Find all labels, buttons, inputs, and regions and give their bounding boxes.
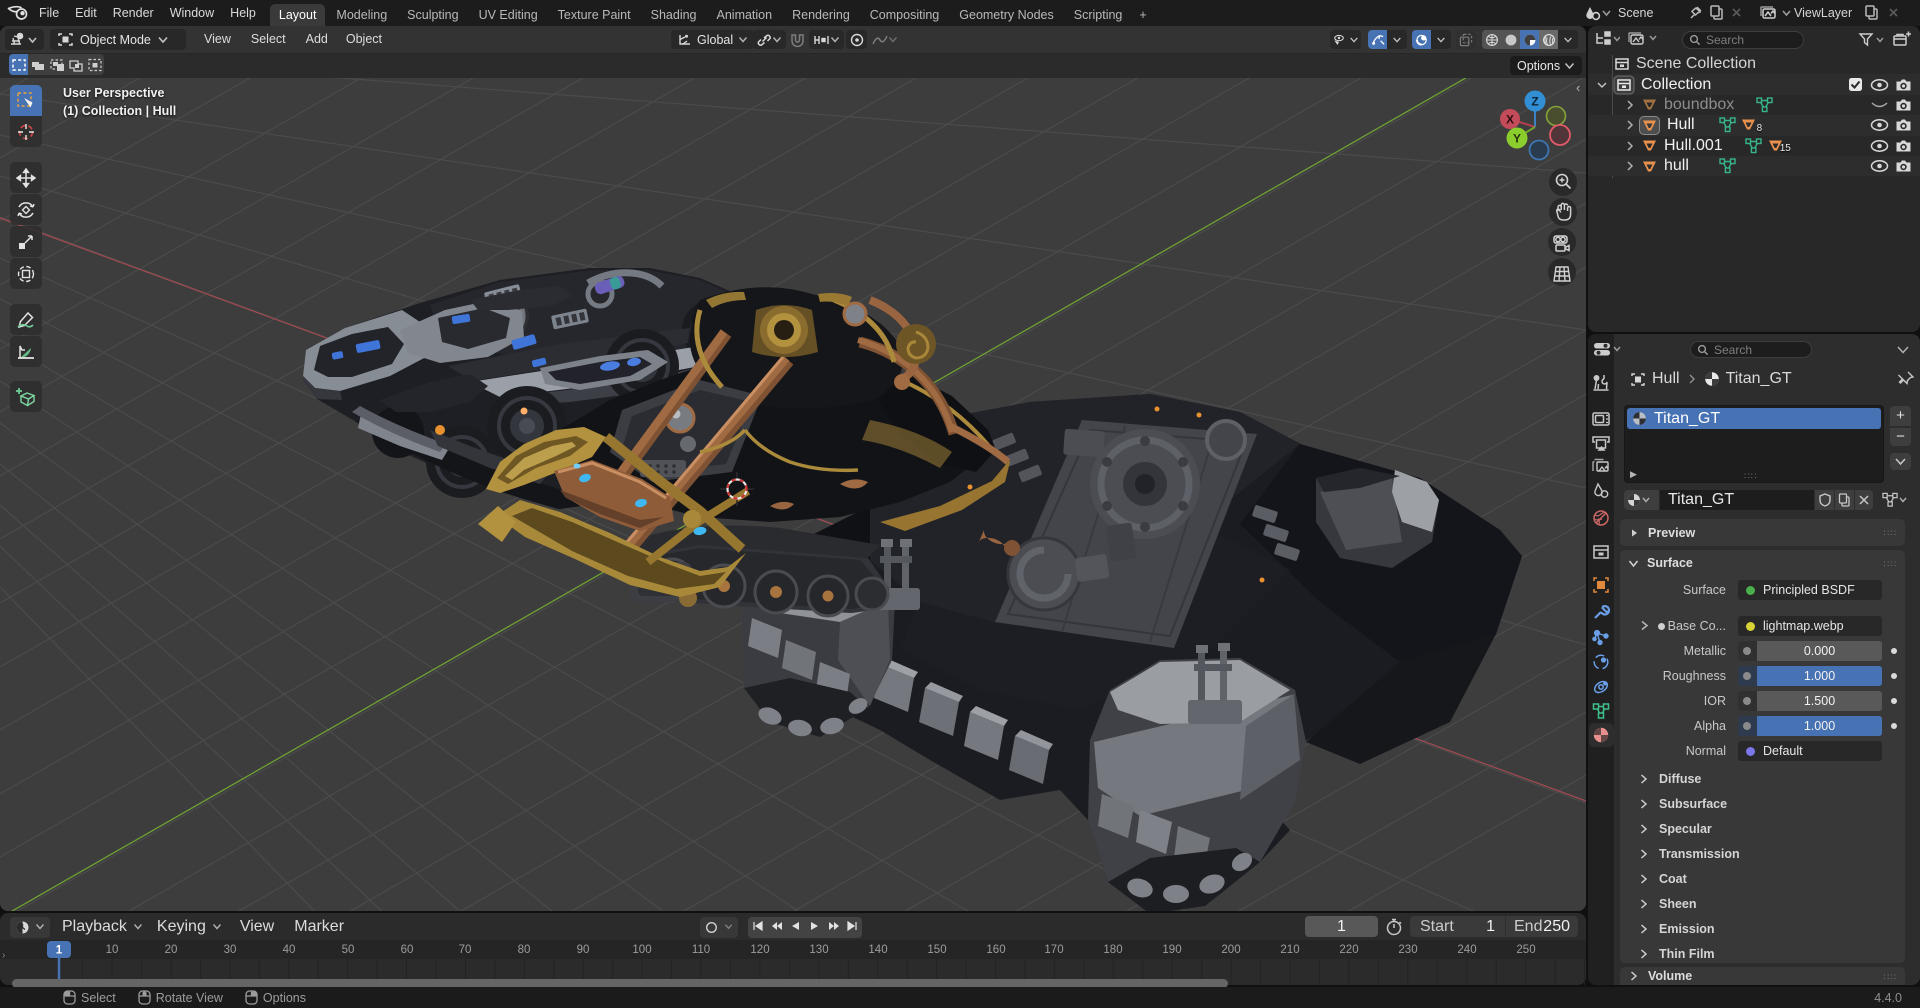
svg-text:50: 50 <box>342 944 355 956</box>
svg-text:40: 40 <box>283 944 296 956</box>
svg-text:30: 30 <box>224 944 237 956</box>
svg-text:190: 190 <box>1162 944 1181 956</box>
svg-text:160: 160 <box>986 944 1005 956</box>
svg-text:170: 170 <box>1044 944 1063 956</box>
svg-text:120: 120 <box>750 944 769 956</box>
svg-text:210: 210 <box>1280 944 1299 956</box>
svg-text:230: 230 <box>1398 944 1417 956</box>
svg-text:60: 60 <box>401 944 414 956</box>
svg-text:150: 150 <box>927 944 946 956</box>
svg-text:110: 110 <box>692 944 710 956</box>
svg-text:140: 140 <box>868 944 887 956</box>
svg-text:130: 130 <box>809 944 828 956</box>
svg-text:Z: Z <box>1531 95 1538 109</box>
svg-text:90: 90 <box>577 944 590 956</box>
svg-text:20: 20 <box>165 944 178 956</box>
svg-text:1: 1 <box>56 945 63 957</box>
svg-text:220: 220 <box>1339 944 1358 956</box>
svg-text:Y: Y <box>1513 132 1521 146</box>
svg-text:100: 100 <box>632 944 651 956</box>
svg-text:240: 240 <box>1457 944 1476 956</box>
svg-text:80: 80 <box>518 944 531 956</box>
svg-text:200: 200 <box>1221 944 1240 956</box>
svg-text:180: 180 <box>1103 944 1122 956</box>
svg-text:70: 70 <box>459 944 472 956</box>
svg-text:250: 250 <box>1516 944 1535 956</box>
svg-text:10: 10 <box>106 944 119 956</box>
svg-text:X: X <box>1506 113 1514 127</box>
